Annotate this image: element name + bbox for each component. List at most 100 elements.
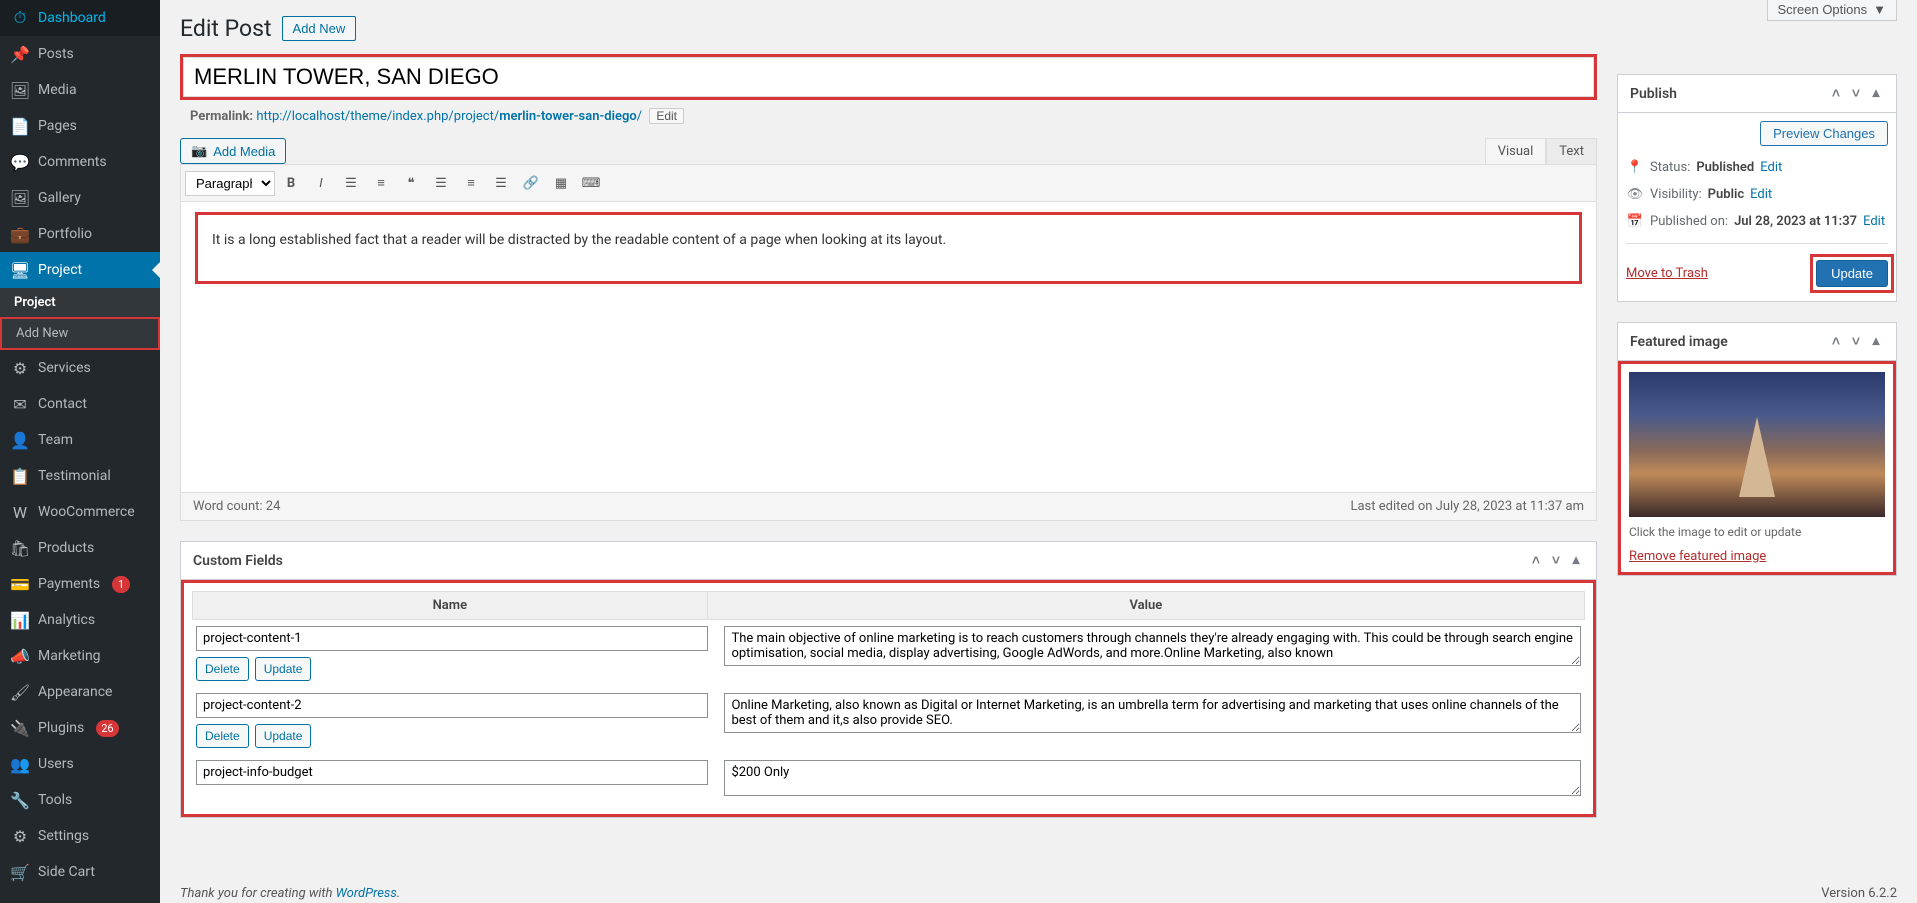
sidebar-item-testimonial[interactable]: 📋Testimonial	[0, 458, 160, 494]
custom-fields-metabox: Custom Fields ˄ ˅ ▴ Name Value	[180, 541, 1597, 818]
sidebar-item-dashboard[interactable]: ⏱Dashboard	[0, 0, 160, 36]
cf-value-textarea[interactable]	[724, 760, 1581, 796]
sidebar-item-label: Testimonial	[38, 468, 111, 484]
sidebar-submenu: ProjectAdd New	[0, 288, 160, 350]
panel-toggle-icon[interactable]: ▴	[1868, 85, 1884, 102]
sidebar-item-comments[interactable]: 💬Comments	[0, 144, 160, 180]
sidebar-item-media[interactable]: 🖼Media	[0, 72, 160, 108]
add-media-button[interactable]: 📷 Add Media	[180, 138, 286, 164]
sidebar-item-label: Media	[38, 82, 77, 98]
panel-up-icon[interactable]: ˄	[1528, 552, 1544, 569]
format-select[interactable]: Paragraph	[185, 171, 275, 196]
team-icon: 👤	[10, 430, 30, 450]
panel-down-icon[interactable]: ˅	[1848, 333, 1864, 350]
editor-content[interactable]: It is a long established fact that a rea…	[195, 212, 1582, 284]
sidebar-sub-add-new[interactable]: Add New	[0, 317, 160, 350]
tab-text[interactable]: Text	[1546, 138, 1597, 164]
cf-delete-button[interactable]: Delete	[196, 724, 249, 748]
sidebar-item-products[interactable]: 🛍Products	[0, 530, 160, 566]
sidebar-item-team[interactable]: 👤Team	[0, 422, 160, 458]
toolbar-toggle-button[interactable]: ⌨	[577, 169, 605, 197]
sidebar-item-appearance[interactable]: 🖌Appearance	[0, 674, 160, 710]
panel-toggle-icon[interactable]: ▴	[1868, 333, 1884, 350]
sidebar-item-label: Analytics	[38, 612, 95, 628]
cf-value-textarea[interactable]	[724, 626, 1581, 666]
cf-delete-button[interactable]: Delete	[196, 657, 249, 681]
number-list-button[interactable]: ≡	[367, 169, 395, 197]
sidebar-item-posts[interactable]: 📌Posts	[0, 36, 160, 72]
gallery-icon: 🖼	[10, 188, 30, 208]
featured-image-help: Click the image to edit or update	[1629, 525, 1885, 539]
settings-icon: ⚙	[10, 826, 30, 846]
sidebar-item-label: Services	[38, 360, 91, 376]
woocommerce-icon: W	[10, 502, 30, 522]
screen-options-button[interactable]: Screen Options ▼	[1767, 0, 1897, 21]
edit-permalink-button[interactable]: Edit	[649, 108, 684, 124]
sidebar-item-marketing[interactable]: 📣Marketing	[0, 638, 160, 674]
move-to-trash-link[interactable]: Move to Trash	[1626, 266, 1708, 281]
sidebar-item-tools[interactable]: 🔧Tools	[0, 782, 160, 818]
bullet-list-button[interactable]: ☰	[337, 169, 365, 197]
sidebar-item-portfolio[interactable]: 💼Portfolio	[0, 216, 160, 252]
sidebar-item-project[interactable]: 🖥Project	[0, 252, 160, 288]
align-left-button[interactable]: ☰	[427, 169, 455, 197]
sidebar-item-gallery[interactable]: 🖼Gallery	[0, 180, 160, 216]
panel-down-icon[interactable]: ˅	[1548, 552, 1564, 569]
badge: 1	[112, 576, 130, 593]
featured-image-thumb[interactable]	[1629, 372, 1885, 517]
eye-icon: 👁	[1626, 187, 1644, 202]
wordpress-link[interactable]: WordPress	[336, 886, 397, 901]
payments-icon: 💳	[10, 574, 30, 594]
sidebar-item-label: Contact	[38, 396, 87, 412]
permalink-link[interactable]: http://localhost/theme/index.php/project…	[256, 109, 645, 124]
sidebar-item-label: Products	[38, 540, 94, 556]
panel-toggle-icon[interactable]: ▴	[1568, 552, 1584, 569]
cf-name-input[interactable]	[196, 626, 708, 651]
sidebar-item-label: Settings	[38, 828, 89, 844]
sidebar-item-label: Dashboard	[38, 10, 106, 26]
remove-featured-image-link[interactable]: Remove featured image	[1629, 549, 1766, 564]
sidebar-item-woocommerce[interactable]: WWooCommerce	[0, 494, 160, 530]
link-button[interactable]: 🔗	[517, 169, 545, 197]
bold-button[interactable]: B	[277, 169, 305, 197]
panel-up-icon[interactable]: ˄	[1828, 85, 1844, 102]
post-title-input[interactable]	[183, 57, 1594, 97]
preview-changes-button[interactable]: Preview Changes	[1760, 121, 1888, 146]
add-new-button[interactable]: Add New	[282, 16, 357, 41]
cf-update-button[interactable]: Update	[255, 724, 312, 748]
cf-name-input[interactable]	[196, 693, 708, 718]
cf-value-textarea[interactable]	[724, 693, 1581, 733]
blockquote-button[interactable]: ❝	[397, 169, 425, 197]
sidebar-sub-project[interactable]: Project	[0, 288, 160, 317]
edit-date-link[interactable]: Edit	[1863, 214, 1885, 229]
panel-down-icon[interactable]: ˅	[1848, 85, 1864, 102]
cf-name-input[interactable]	[196, 760, 708, 785]
sidebar-item-users[interactable]: 👥Users	[0, 746, 160, 782]
align-right-button[interactable]: ☰	[487, 169, 515, 197]
sidebar-item-label: Plugins	[38, 720, 84, 736]
marketing-icon: 📣	[10, 646, 30, 666]
tab-visual[interactable]: Visual	[1485, 138, 1547, 164]
word-count: Word count: 24	[193, 499, 280, 514]
sidebar-item-analytics[interactable]: 📊Analytics	[0, 602, 160, 638]
sidebar-item-pages[interactable]: 📄Pages	[0, 108, 160, 144]
contact-icon: ✉	[10, 394, 30, 414]
sidebar-item-payments[interactable]: 💳Payments1	[0, 566, 160, 602]
sidebar-item-settings[interactable]: ⚙ Settings	[0, 818, 160, 854]
edit-status-link[interactable]: Edit	[1760, 160, 1782, 175]
cf-update-button[interactable]: Update	[255, 657, 312, 681]
sidebar-item-services[interactable]: ⚙Services	[0, 350, 160, 386]
update-button[interactable]: Update	[1816, 260, 1888, 287]
sidebar-item-side-cart[interactable]: 🛒Side Cart	[0, 854, 160, 890]
admin-sidebar: ⏱Dashboard📌Posts🖼Media📄Pages💬Comments🖼Ga…	[0, 0, 160, 903]
panel-up-icon[interactable]: ˄	[1828, 333, 1844, 350]
chevron-down-icon: ▼	[1873, 2, 1886, 17]
italic-button[interactable]: I	[307, 169, 335, 197]
align-center-button[interactable]: ≡	[457, 169, 485, 197]
readmore-button[interactable]: ▦	[547, 169, 575, 197]
sidebar-item-contact[interactable]: ✉ Contact	[0, 386, 160, 422]
edit-visibility-link[interactable]: Edit	[1750, 187, 1772, 202]
sidebar-item-plugins[interactable]: 🔌Plugins26	[0, 710, 160, 746]
side-cart-icon: 🛒	[10, 862, 30, 882]
pin-icon: 📍	[1626, 160, 1644, 175]
